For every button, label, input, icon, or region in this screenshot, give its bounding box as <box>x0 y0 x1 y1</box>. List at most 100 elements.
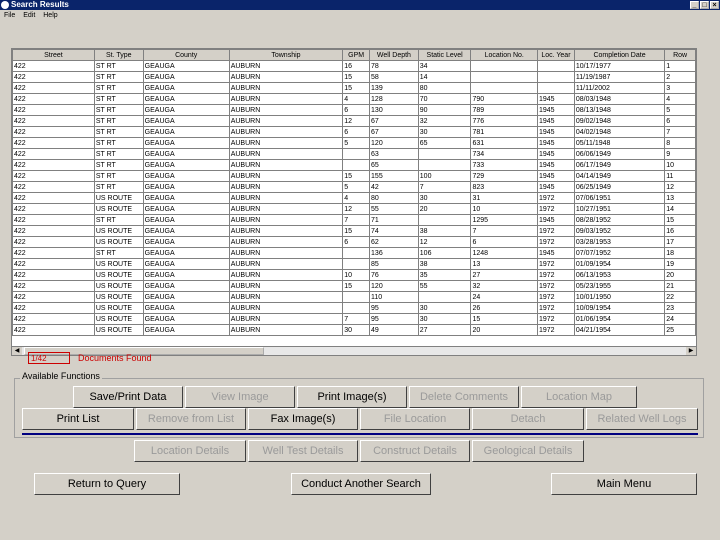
column-header[interactable]: Static Level <box>417 49 472 61</box>
table-cell: 130 <box>369 104 419 116</box>
menu-help[interactable]: Help <box>43 12 57 19</box>
table-row[interactable]: 422 US ROUTE GEAUGA AUBURN 15 120 55 32 1972 05/2… <box>12 280 696 292</box>
remove-from-list-button[interactable]: Remove from List <box>136 408 246 430</box>
geological-details-button[interactable]: Geological Details <box>472 440 584 462</box>
table-row[interactable]: 422 ST RT GEAUGA AUBURN 15 58 14 11/19/1987 2 <box>12 71 696 83</box>
table-row[interactable]: 422 ST RT GEAUGA AUBURN 16 78 34 10/17/1977 1 <box>12 60 696 72</box>
table-cell: 1972 <box>537 258 575 270</box>
results-table: Street St. Type County Township GPM Well Dept… <box>12 49 696 336</box>
table-cell: 10 <box>470 203 538 215</box>
table-row[interactable]: 422 US ROUTE GEAUGA AUBURN 95 30 26 1972 10/09/1… <box>12 302 696 314</box>
table-cell: 16 <box>342 60 371 72</box>
table-cell <box>537 60 575 72</box>
table-row[interactable]: 422 US ROUTE GEAUGA AUBURN 6 62 12 6 1972 03/28/1… <box>12 236 696 248</box>
table-row[interactable]: 422 ST RT GEAUGA AUBURN 63 734 1945 06/06/1949 9 <box>12 148 696 160</box>
table-cell: 55 <box>417 280 472 292</box>
table-row[interactable]: 422 ST RT GEAUGA AUBURN 5 120 65 631 1945 05/11/1… <box>12 137 696 149</box>
table-row[interactable]: 422 ST RT GEAUGA AUBURN 136 106 1248 1945 07/07/… <box>12 247 696 259</box>
table-cell: ST RT <box>93 126 144 138</box>
maximize-icon[interactable]: □ <box>700 1 709 9</box>
table-row[interactable]: 422 ST RT GEAUGA AUBURN 12 67 32 776 1945 09/02/1… <box>12 115 696 127</box>
well-test-details-button[interactable]: Well Test Details <box>248 440 358 462</box>
scroll-left-icon[interactable]: ◀ <box>12 347 22 355</box>
table-cell: 733 <box>470 159 538 171</box>
table-cell: 80 <box>417 82 472 94</box>
menu-edit[interactable]: Edit <box>23 12 35 19</box>
scroll-right-icon[interactable]: ▶ <box>686 347 696 355</box>
table-cell: 34 <box>417 60 472 72</box>
table-cell: GEAUGA <box>142 302 230 314</box>
fax-images-button[interactable]: Fax Image(s) <box>248 408 358 430</box>
minimize-icon[interactable]: _ <box>690 1 699 9</box>
table-cell: 790 <box>470 93 538 105</box>
table-cell: GEAUGA <box>142 71 230 83</box>
table-cell: 74 <box>369 225 419 237</box>
table-row[interactable]: 422 US ROUTE GEAUGA AUBURN 4 80 30 31 1972 07/06/… <box>12 192 696 204</box>
table-row[interactable]: 422 ST RT GEAUGA AUBURN 6 67 30 781 1945 04/02/19… <box>12 126 696 138</box>
table-cell: 422 <box>12 82 95 94</box>
table-row[interactable]: 422 ST RT GEAUGA AUBURN 5 42 7 823 1945 06/25/194… <box>12 181 696 193</box>
table-row[interactable]: 422 ST RT GEAUGA AUBURN 7 71 1295 1945 08/28/195… <box>12 214 696 226</box>
table-cell: AUBURN <box>228 203 344 215</box>
table-row[interactable]: 422 US ROUTE GEAUGA AUBURN 85 38 13 1972 01/09/1… <box>12 258 696 270</box>
table-row[interactable]: 422 US ROUTE GEAUGA AUBURN 110 24 1972 10/01/19… <box>12 291 696 303</box>
table-cell: US ROUTE <box>93 302 144 314</box>
table-cell: GEAUGA <box>142 126 230 138</box>
table-cell: AUBURN <box>228 115 344 127</box>
return-to-query-button[interactable]: Return to Query <box>34 473 180 495</box>
table-row[interactable]: 422 US ROUTE GEAUGA AUBURN 15 74 38 7 1972 09/03/… <box>12 225 696 237</box>
conduct-another-search-button[interactable]: Conduct Another Search <box>291 473 431 495</box>
table-cell: GEAUGA <box>142 82 230 94</box>
column-header[interactable]: County <box>142 49 230 61</box>
table-row[interactable]: 422 ST RT GEAUGA AUBURN 6 130 90 789 1945 08/13/1… <box>12 104 696 116</box>
column-header[interactable]: Loc. Year <box>537 49 575 61</box>
view-image-button[interactable]: View Image <box>185 386 295 408</box>
table-cell: 80 <box>369 192 419 204</box>
table-cell: 07/06/1951 <box>573 192 666 204</box>
table-row[interactable]: 422 US ROUTE GEAUGA AUBURN 30 49 27 20 1972 04/21… <box>12 324 696 336</box>
construct-details-button[interactable]: Construct Details <box>360 440 470 462</box>
print-list-button[interactable]: Print List <box>22 408 134 430</box>
column-header[interactable]: Completion Date <box>573 49 666 61</box>
table-row[interactable]: 422 ST RT GEAUGA AUBURN 4 128 70 790 1945 08/03/1… <box>12 93 696 105</box>
table-cell: US ROUTE <box>93 258 144 270</box>
save-print-data-button[interactable]: Save/Print Data <box>73 386 183 408</box>
table-cell: 12 <box>664 181 696 193</box>
table-cell: GEAUGA <box>142 236 230 248</box>
table-cell: 95 <box>369 313 419 325</box>
table-cell: 85 <box>369 258 419 270</box>
table-cell: 07/07/1952 <box>573 247 666 259</box>
column-header[interactable]: Street <box>12 49 95 61</box>
column-header[interactable]: Well Depth <box>369 49 419 61</box>
column-header[interactable]: Row <box>664 49 696 61</box>
print-images-button[interactable]: Print Image(s) <box>297 386 407 408</box>
delete-comments-button[interactable]: Delete Comments <box>409 386 519 408</box>
column-header[interactable]: Township <box>228 49 344 61</box>
menu-file[interactable]: File <box>4 12 15 19</box>
table-cell: 06/17/1949 <box>573 159 666 171</box>
main-menu-button[interactable]: Main Menu <box>551 473 697 495</box>
table-cell: US ROUTE <box>93 280 144 292</box>
table-row[interactable]: 422 US ROUTE GEAUGA AUBURN 12 55 20 10 1972 10/27… <box>12 203 696 215</box>
column-header[interactable]: St. Type <box>93 49 144 61</box>
table-cell: GEAUGA <box>142 269 230 281</box>
detach-button[interactable]: Detach <box>472 408 584 430</box>
file-location-button[interactable]: File Location <box>360 408 470 430</box>
location-details-button[interactable]: Location Details <box>134 440 246 462</box>
close-icon[interactable]: × <box>710 1 719 9</box>
table-cell: 422 <box>12 203 95 215</box>
related-well-logs-button[interactable]: Related Well Logs <box>586 408 698 430</box>
location-map-button[interactable]: Location Map <box>521 386 637 408</box>
table-cell: GEAUGA <box>142 170 230 182</box>
column-header[interactable]: GPM <box>342 49 371 61</box>
table-row[interactable]: 422 ST RT GEAUGA AUBURN 15 155 100 729 1945 04/14… <box>12 170 696 182</box>
table-row[interactable]: 422 US ROUTE GEAUGA AUBURN 7 95 30 15 1972 01/06/… <box>12 313 696 325</box>
table-cell: 30 <box>417 313 472 325</box>
column-header[interactable]: Location No. <box>470 49 538 61</box>
table-cell: 100 <box>417 170 472 182</box>
table-row[interactable]: 422 US ROUTE GEAUGA AUBURN 10 76 35 27 1972 06/13… <box>12 269 696 281</box>
table-row[interactable]: 422 ST RT GEAUGA AUBURN 65 733 1945 06/17/1949 1… <box>12 159 696 171</box>
results-grid[interactable]: Street St. Type County Township GPM Well Dept… <box>11 48 697 348</box>
table-cell: 10/27/1951 <box>573 203 666 215</box>
table-row[interactable]: 422 ST RT GEAUGA AUBURN 15 139 80 11/11/2002 3 <box>12 82 696 94</box>
